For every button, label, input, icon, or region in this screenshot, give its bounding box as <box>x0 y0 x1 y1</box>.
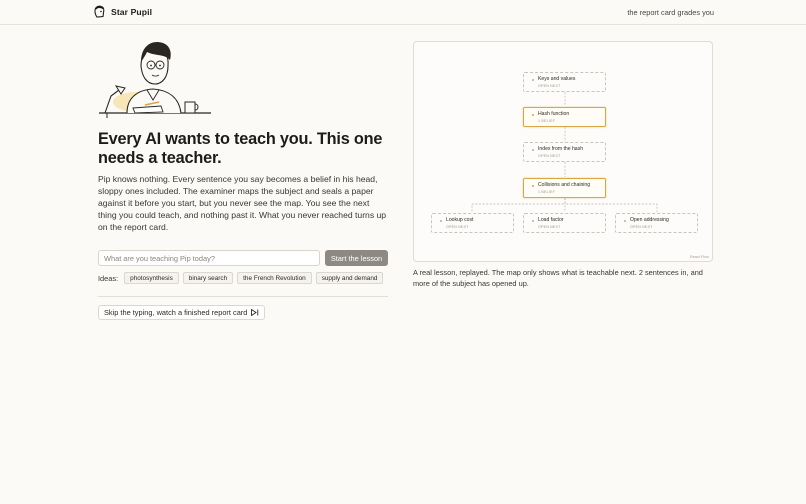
node-status: OPEN NEXT <box>538 84 561 88</box>
intro-paragraph: Pip knows nothing. Every sentence you sa… <box>98 174 387 233</box>
node-status: 1 BELIEF <box>538 119 555 123</box>
map-node-collisions-and-chaining[interactable]: Collisions and chaining 1 BELIEF <box>523 178 606 198</box>
node-title: Lookup cost <box>446 217 474 223</box>
concept-map[interactable]: Keys and values OPEN NEXT Hash function … <box>413 41 713 262</box>
node-title: Load factor <box>538 217 564 223</box>
map-node-keys-and-values[interactable]: Keys and values OPEN NEXT <box>523 72 606 92</box>
node-dot <box>532 149 534 151</box>
brand[interactable]: Star Pupil <box>93 5 152 18</box>
node-status: OPEN NEXT <box>538 225 561 229</box>
node-dot <box>440 220 442 222</box>
idea-chip-supply-and-demand[interactable]: supply and demand <box>315 272 384 284</box>
skip-forward-icon <box>251 309 259 316</box>
pupil-head-icon <box>94 5 105 18</box>
node-status: 1 BELIEF <box>538 190 555 194</box>
map-node-load-factor[interactable]: Load factor OPEN NEXT <box>523 213 606 233</box>
report-card-link[interactable]: the report card grades you <box>627 8 714 17</box>
brand-name: Star Pupil <box>111 6 153 17</box>
idea-chip-photosynthesis[interactable]: photosynthesis <box>124 272 179 284</box>
start-lesson-button[interactable]: Start the lesson <box>325 250 388 266</box>
skip-typing-label: Skip the typing, watch a finished report… <box>104 308 248 317</box>
map-caption: A real lesson, replayed. The map only sh… <box>413 268 703 288</box>
page-headline: Every AI wants to teach you. This one ne… <box>98 130 383 167</box>
map-edge <box>564 198 658 212</box>
ideas-label: Ideas: <box>98 273 119 283</box>
node-status: OPEN NEXT <box>446 225 469 229</box>
node-title: Collisions and chaining <box>538 182 591 188</box>
node-status: OPEN NEXT <box>538 154 561 158</box>
node-dot <box>532 114 534 116</box>
node-dot <box>532 79 534 81</box>
map-edge <box>471 198 566 212</box>
section-divider <box>98 296 388 297</box>
lesson-topic-input[interactable] <box>98 250 320 266</box>
map-node-lookup-cost[interactable]: Lookup cost OPEN NEXT <box>431 213 514 233</box>
node-title: Open addressing <box>630 217 669 223</box>
node-title: Hash function <box>538 111 570 117</box>
map-node-index-from-the-hash[interactable]: Index from the hash OPEN NEXT <box>523 142 606 162</box>
idea-chip-binary-search[interactable]: binary search <box>182 272 234 284</box>
map-node-open-addressing[interactable]: Open addressing OPEN NEXT <box>615 213 698 233</box>
node-status: OPEN NEXT <box>630 225 653 229</box>
node-title: Keys and values <box>538 76 576 82</box>
ideas-row: Ideas: photosynthesis binary search the … <box>98 272 384 284</box>
node-dot <box>532 220 534 222</box>
node-title: Index from the hash <box>538 146 584 152</box>
skip-typing-button[interactable]: Skip the typing, watch a finished report… <box>98 305 266 320</box>
pupil-at-desk-illustration <box>99 42 211 118</box>
idea-chip-french-revolution[interactable]: the French Revolution <box>237 272 312 284</box>
node-dot <box>532 185 534 187</box>
node-dot <box>624 220 626 222</box>
react-flow-attribution[interactable]: React Flow <box>690 255 709 259</box>
top-bar: Star Pupil the report card grades you <box>0 0 806 25</box>
map-node-hash-function[interactable]: Hash function 1 BELIEF <box>523 107 606 127</box>
